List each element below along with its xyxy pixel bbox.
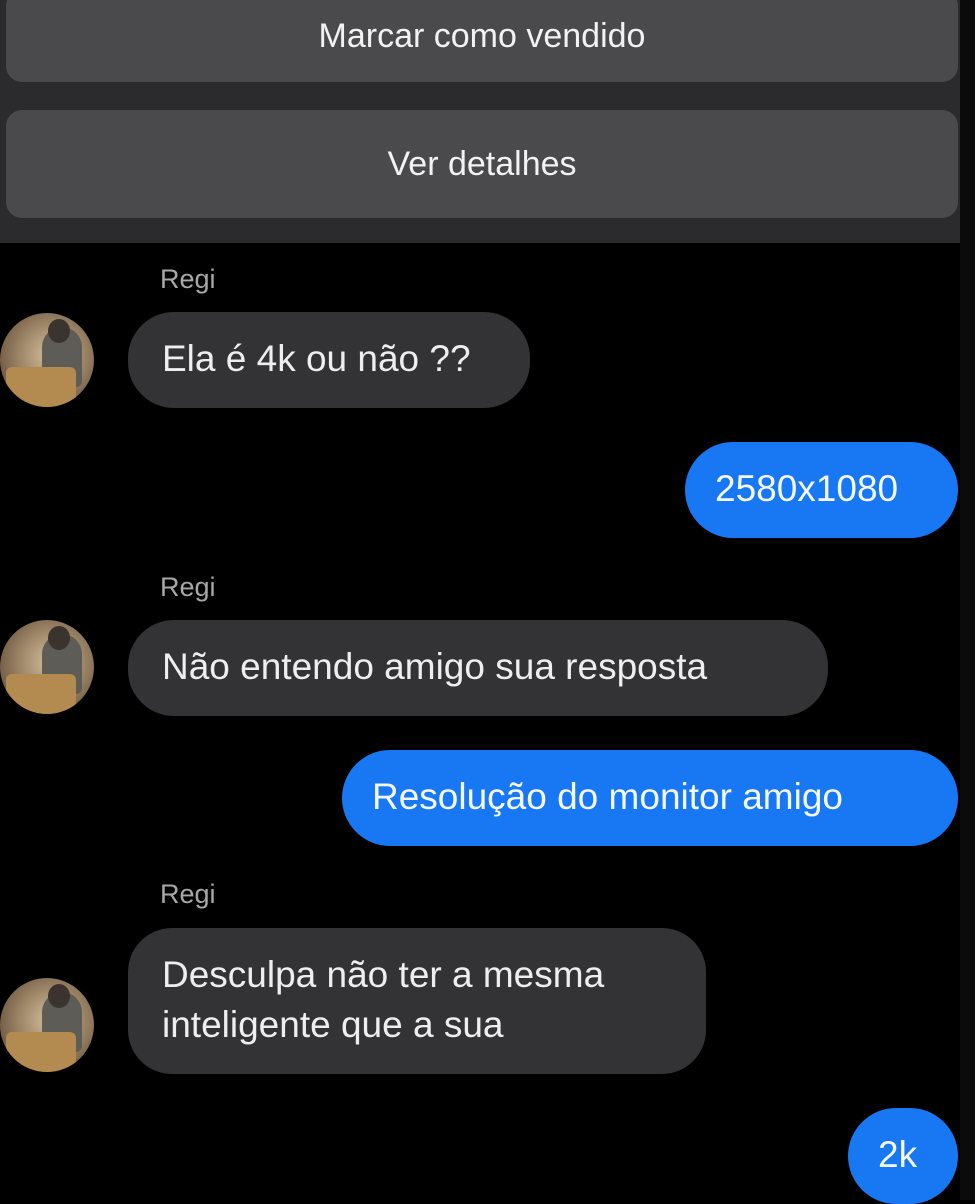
- incoming-message[interactable]: Desculpa não ter a mesma inteligente que…: [128, 928, 706, 1074]
- mark-as-sold-button[interactable]: Marcar como vendido: [6, 0, 958, 82]
- sender-name: Regi: [160, 572, 216, 602]
- view-details-label: Ver detalhes: [387, 144, 577, 183]
- contact-avatar[interactable]: [0, 620, 94, 714]
- incoming-message[interactable]: Ela é 4k ou não ??: [128, 312, 530, 408]
- outgoing-message[interactable]: 2580x1080: [685, 442, 958, 538]
- message-text: Ela é 4k ou não ??: [162, 338, 471, 379]
- message-text: 2k: [878, 1134, 918, 1175]
- avatar-head: [48, 984, 70, 1008]
- listing-actions-panel: Marcar como vendido Ver detalhes: [0, 0, 960, 243]
- mark-as-sold-label: Marcar como vendido: [318, 16, 646, 55]
- avatar-podium: [6, 674, 76, 714]
- view-details-button[interactable]: Ver detalhes: [6, 110, 958, 218]
- message-text: Não entendo amigo sua resposta: [162, 646, 708, 687]
- outgoing-message[interactable]: Resolução do monitor amigo: [342, 750, 958, 846]
- avatar-podium: [6, 1032, 76, 1072]
- avatar-podium: [6, 367, 76, 407]
- incoming-message[interactable]: Não entendo amigo sua resposta: [128, 620, 828, 716]
- sender-name: Regi: [160, 879, 216, 909]
- contact-avatar[interactable]: [0, 313, 94, 407]
- message-text: 2580x1080: [715, 468, 899, 509]
- sender-name: Regi: [160, 264, 216, 294]
- avatar-head: [48, 626, 70, 650]
- contact-avatar[interactable]: [0, 978, 94, 1072]
- outgoing-message[interactable]: 2k: [848, 1108, 958, 1204]
- screen-edge: [960, 0, 975, 1200]
- message-text-line: Desculpa não ter a mesma: [162, 954, 605, 995]
- avatar-head: [48, 319, 70, 343]
- message-text: Resolução do monitor amigo: [372, 776, 843, 817]
- message-text-line: inteligente que a sua: [162, 1004, 504, 1045]
